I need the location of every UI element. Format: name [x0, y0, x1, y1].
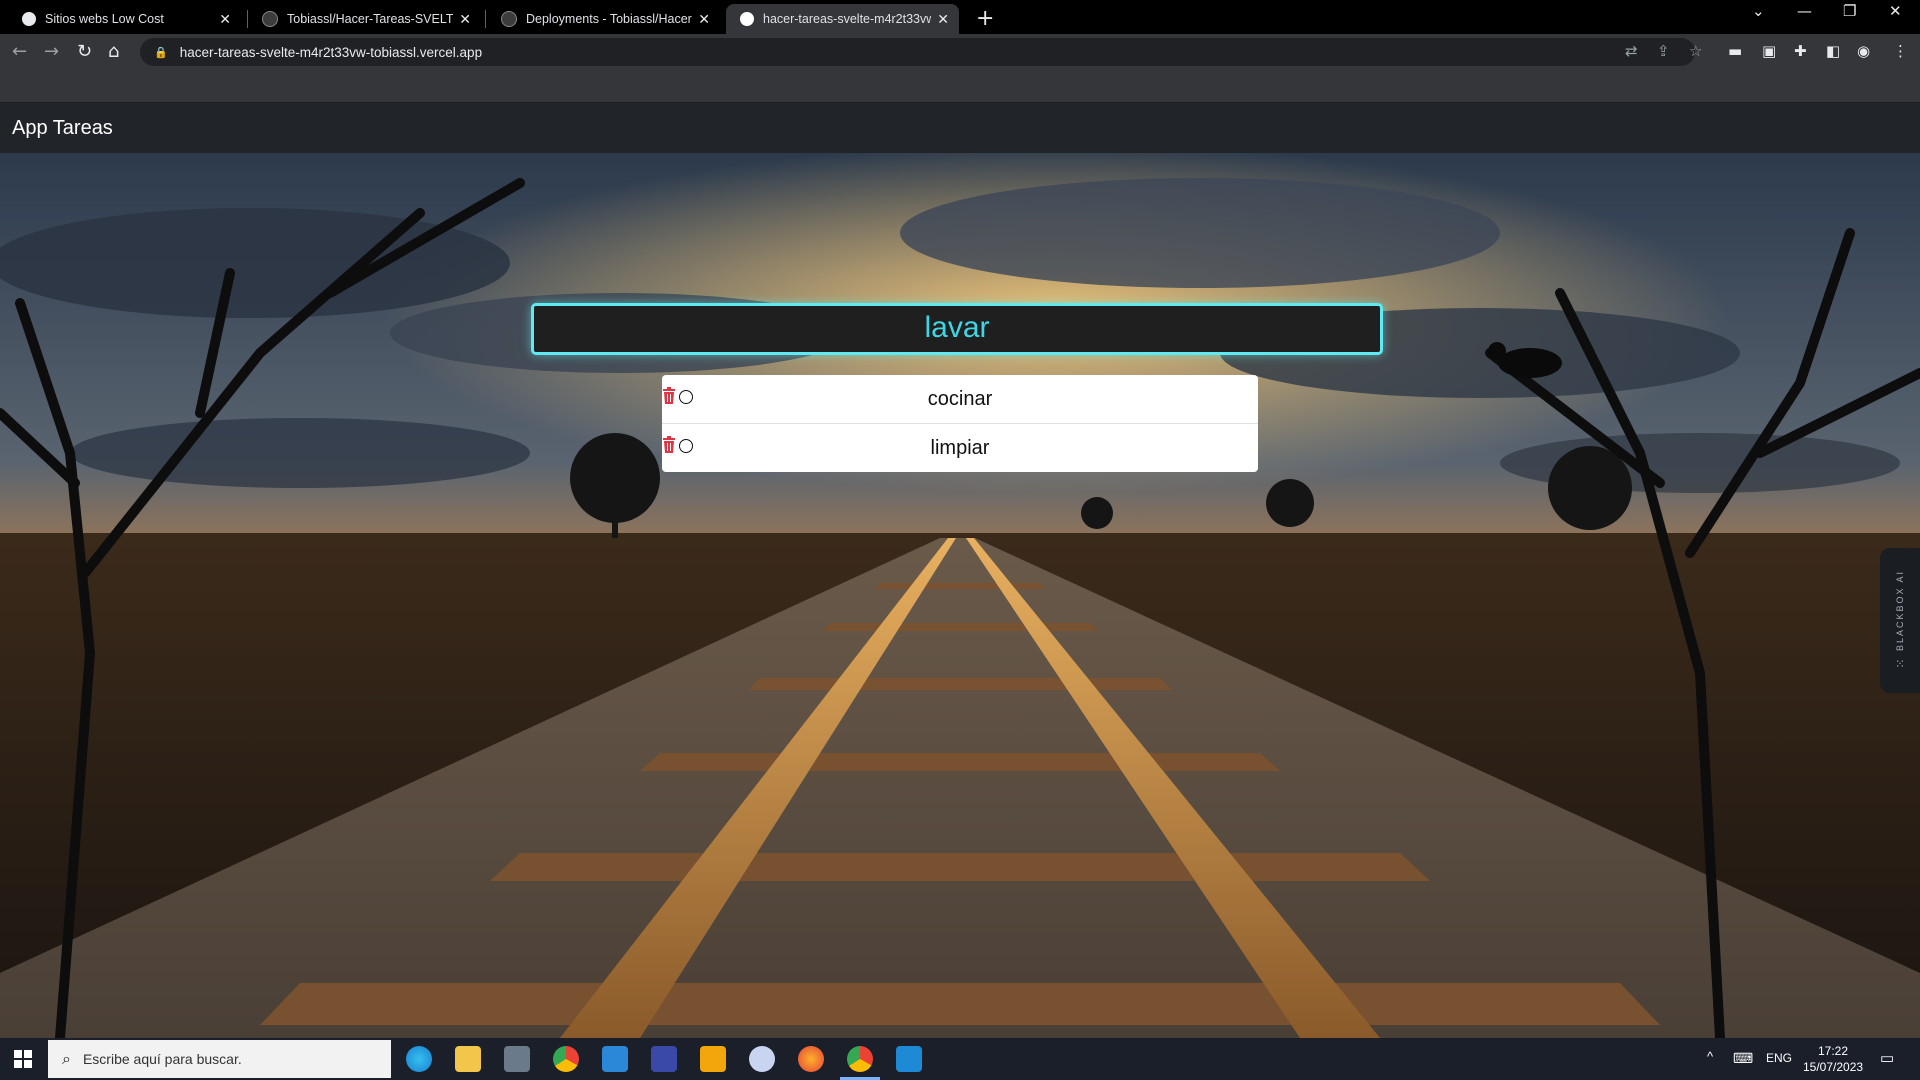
- clock-time[interactable]: 17:22: [1818, 1044, 1848, 1058]
- new-tab-button[interactable]: +: [976, 6, 994, 31]
- firefox-icon[interactable]: [798, 1046, 824, 1072]
- puzzle-icon[interactable]: ✚: [1794, 42, 1807, 60]
- close-icon[interactable]: ✕: [219, 11, 231, 28]
- vercel-icon: [740, 12, 754, 26]
- tab-app-active[interactable]: hacer-tareas-svelte-m4r2t33vw-t ✕: [726, 4, 959, 34]
- extension-b-icon[interactable]: ▣: [1762, 42, 1776, 60]
- close-icon[interactable]: ✕: [459, 11, 471, 28]
- moon-app-icon[interactable]: [749, 1046, 775, 1072]
- close-icon[interactable]: ✕: [698, 11, 710, 28]
- blackbox-label: BLACKBOX AI: [1895, 569, 1905, 652]
- search-placeholder: Escribe aquí para buscar.: [82, 1051, 242, 1067]
- railway-background: lavar cocinar limpiar BLACKBOX AI ⁙: [0, 153, 1920, 1038]
- notification-icon[interactable]: ▭: [1880, 1049, 1894, 1067]
- trash-icon[interactable]: [662, 387, 676, 405]
- tab-title: Deployments - Tobiassl/Hacer-Ta: [526, 12, 693, 26]
- tab-github-repo[interactable]: Tobiassl/Hacer-Tareas-SVELTE ✕: [248, 4, 481, 34]
- tab-title: hacer-tareas-svelte-m4r2t33vw-t: [763, 12, 932, 26]
- tab-separator: [485, 10, 486, 28]
- bookmarks-bar: [0, 70, 1920, 103]
- task-label: cocinar: [927, 387, 993, 410]
- tab-search-icon[interactable]: ⌄: [1752, 2, 1765, 20]
- windows-taskbar: ⌕ Escribe aquí para buscar. ^ ⌨ ENG 17:2…: [0, 1038, 1920, 1080]
- task-list: cocinar limpiar: [662, 375, 1258, 472]
- windows-start-icon[interactable]: [14, 1050, 32, 1068]
- task-label: limpiar: [930, 436, 990, 459]
- reload-icon[interactable]: ↻: [77, 41, 92, 62]
- share-icon[interactable]: ⇪: [1657, 42, 1670, 60]
- side-panel-icon[interactable]: ◧: [1826, 42, 1840, 60]
- background-illustration: [0, 153, 1920, 1038]
- forward-icon[interactable]: →: [44, 41, 59, 62]
- blackbox-ai-widget[interactable]: BLACKBOX AI ⁙: [1880, 548, 1920, 693]
- language-indicator[interactable]: ENG: [1766, 1051, 1792, 1065]
- address-bar[interactable]: 🔒 hacer-tareas-svelte-m4r2t33vw-tobiassl…: [140, 38, 1695, 66]
- app-navbar: App Tareas: [0, 103, 1920, 153]
- search-icon: ⌕: [62, 1049, 71, 1068]
- chrome-icon[interactable]: [553, 1046, 579, 1072]
- list-item: limpiar: [662, 424, 1258, 472]
- app-brand[interactable]: App Tareas: [12, 117, 113, 140]
- trash-icon[interactable]: [662, 436, 676, 454]
- close-icon[interactable]: ✕: [937, 11, 949, 28]
- restore-button[interactable]: ❐: [1843, 2, 1856, 20]
- chrome-active-icon[interactable]: [847, 1046, 873, 1072]
- new-task-input[interactable]: lavar: [531, 303, 1383, 355]
- clock-date[interactable]: 15/07/2023: [1803, 1060, 1863, 1074]
- edge-icon[interactable]: [406, 1046, 432, 1072]
- remote-desktop-icon[interactable]: [651, 1046, 677, 1072]
- minimize-button[interactable]: —: [1797, 2, 1812, 20]
- vscode-icon[interactable]: [896, 1046, 922, 1072]
- sticky-notes-icon[interactable]: [700, 1046, 726, 1072]
- globe-icon: [22, 12, 36, 26]
- tab-deployments[interactable]: Deployments - Tobiassl/Hacer-Ta ✕: [487, 4, 720, 34]
- browser-toolbar: ← → ↻ ⌂ 🔒 hacer-tareas-svelte-m4r2t33vw-…: [0, 34, 1920, 70]
- github-icon: [501, 11, 517, 27]
- bookmark-star-icon[interactable]: ☆: [1689, 42, 1702, 60]
- back-icon[interactable]: ←: [12, 41, 27, 62]
- grid-dots-icon: ⁙: [1894, 657, 1906, 672]
- keyboard-icon[interactable]: ⌨: [1733, 1050, 1753, 1067]
- tab-sitios-webs[interactable]: Sitios webs Low Cost ✕: [8, 4, 241, 34]
- list-item: cocinar: [662, 375, 1258, 424]
- mail-icon[interactable]: [602, 1046, 628, 1072]
- notepad-icon[interactable]: [504, 1046, 530, 1072]
- lock-icon[interactable]: 🔒: [154, 46, 168, 59]
- browser-tab-strip: Sitios webs Low Cost ✕ Tobiassl/Hacer-Ta…: [0, 0, 1920, 34]
- url-text: hacer-tareas-svelte-m4r2t33vw-tobiassl.v…: [179, 44, 483, 60]
- web-page: App Tareas lavar cocinar limpiar BLACKBO…: [0, 103, 1920, 1038]
- home-icon[interactable]: ⌂: [108, 41, 119, 62]
- tray-chevron-icon[interactable]: ^: [1707, 1049, 1713, 1064]
- tab-title: Tobiassl/Hacer-Tareas-SVELTE: [287, 12, 454, 26]
- checkbox-circle-icon[interactable]: [679, 390, 693, 404]
- translate-icon[interactable]: ⇄: [1625, 42, 1638, 60]
- profile-avatar-icon[interactable]: ◉: [1857, 42, 1870, 60]
- close-window-button[interactable]: ✕: [1889, 2, 1902, 20]
- file-explorer-icon[interactable]: [455, 1046, 481, 1072]
- extension-icon[interactable]: ▬: [1728, 42, 1742, 60]
- taskbar-search[interactable]: ⌕ Escribe aquí para buscar.: [48, 1040, 391, 1078]
- github-icon: [262, 11, 278, 27]
- menu-kebab-icon[interactable]: ⋮: [1893, 42, 1908, 60]
- tab-title: Sitios webs Low Cost: [45, 12, 164, 26]
- checkbox-circle-icon[interactable]: [679, 439, 693, 453]
